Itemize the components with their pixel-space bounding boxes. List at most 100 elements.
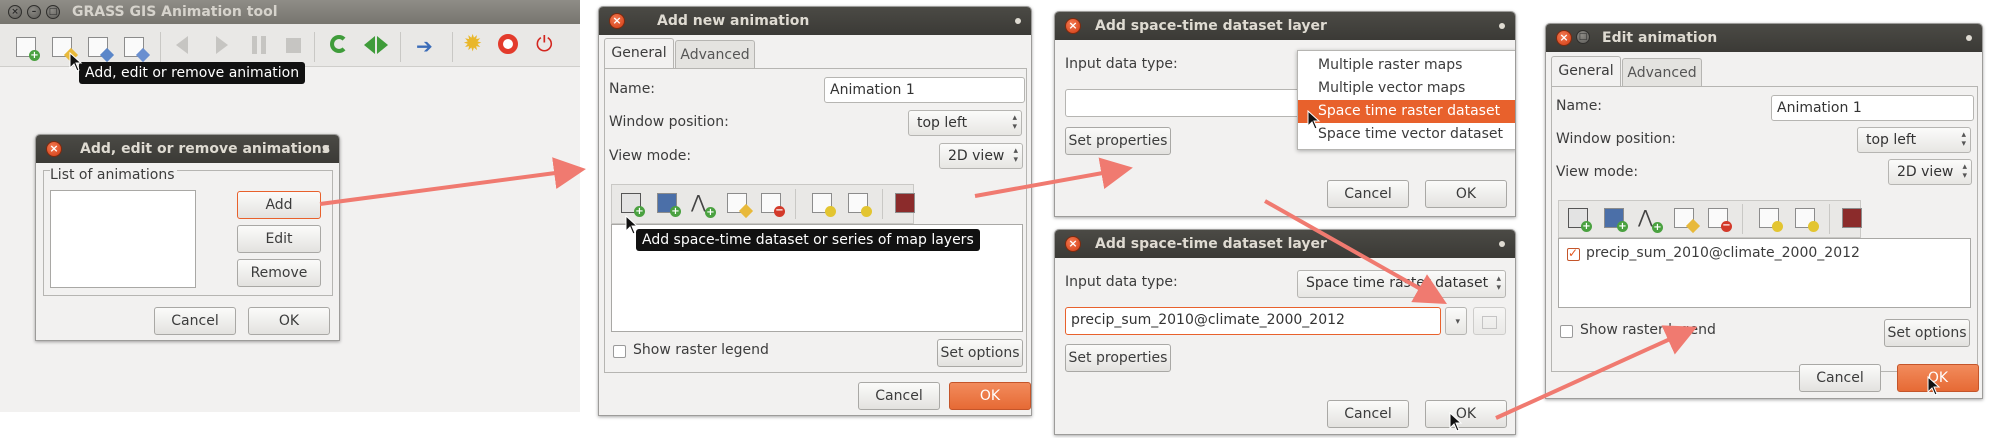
input-type-dropdown[interactable]: Multiple raster maps Multiple vector map… — [1297, 50, 1515, 150]
add-edit-animation-icon[interactable] — [88, 37, 115, 63]
add-animation-icon[interactable]: + — [16, 37, 40, 61]
tab-general[interactable]: General — [604, 38, 674, 69]
view-mode-select[interactable]: 2D view ▴ ▾ — [1888, 159, 1972, 185]
chevron-updown-icon: ▴ ▾ — [1013, 146, 1018, 165]
menu-dot-icon[interactable] — [1015, 18, 1021, 24]
set-properties-button[interactable]: Set properties — [1065, 127, 1171, 155]
window-position-select[interactable]: top left ▴ ▾ — [908, 110, 1022, 136]
set-options-button[interactable]: Set options — [1884, 319, 1970, 347]
pause-icon[interactable] — [252, 36, 266, 54]
add-raster-icon[interactable]: + — [1604, 208, 1628, 232]
cancel-button[interactable]: Cancel — [1327, 400, 1409, 428]
menu-dot-icon[interactable] — [1966, 35, 1972, 41]
stds-layer-dialog-1: × Add space-time dataset layer Input dat… — [1054, 11, 1516, 217]
cancel-button[interactable]: Cancel — [858, 382, 940, 410]
close-icon[interactable]: × — [1065, 18, 1081, 34]
remove-layer-icon[interactable]: − — [1708, 208, 1732, 232]
close-icon[interactable]: × — [609, 13, 625, 29]
add-vector-icon[interactable]: ⋀ + — [691, 193, 716, 218]
clear-layers-icon[interactable] — [1842, 208, 1862, 228]
input-type-label: Input data type: — [1065, 274, 1178, 290]
name-field[interactable]: Animation 1 — [824, 77, 1025, 103]
loop-icon[interactable] — [330, 35, 348, 53]
input-type-select[interactable]: Space time raster dataset ▴ ▾ — [1297, 270, 1506, 298]
minimize-icon[interactable]: – — [27, 5, 41, 19]
remove-button[interactable]: Remove — [237, 259, 321, 287]
toolbar-separator — [400, 32, 401, 62]
name-label: Name: — [609, 81, 656, 97]
view-mode-select[interactable]: 2D view ▴ ▾ — [939, 143, 1023, 169]
layer-item[interactable]: precip_sum_2010@climate_2000_2012 — [1586, 245, 1860, 261]
set-properties-button[interactable]: Set properties — [1065, 344, 1171, 372]
remove-layer-icon[interactable]: − — [761, 193, 785, 217]
tab-advanced[interactable]: Advanced — [675, 40, 755, 69]
remove-animation-icon[interactable] — [124, 37, 151, 63]
ok-button[interactable]: OK — [1425, 180, 1507, 208]
add-raster-icon[interactable]: + — [657, 193, 681, 217]
tab-advanced[interactable]: Advanced — [1622, 58, 1702, 87]
help-icon[interactable] — [498, 34, 518, 54]
ok-button[interactable]: OK — [248, 307, 330, 335]
option-space-time-vector[interactable]: Space time vector dataset — [1298, 123, 1515, 146]
input-type-label: Input data type: — [1065, 56, 1178, 72]
close-icon[interactable]: × — [1556, 30, 1572, 46]
move-up-icon[interactable] — [1759, 208, 1783, 232]
menu-dot-icon[interactable] — [1499, 241, 1505, 247]
show-legend-checkbox[interactable] — [613, 345, 626, 358]
cancel-button[interactable]: Cancel — [154, 307, 236, 335]
dataset-dropdown-button[interactable]: ▾ — [1445, 307, 1467, 335]
name-field[interactable]: Animation 1 — [1771, 95, 1974, 121]
window-position-select[interactable]: top left ▴ ▾ — [1857, 127, 1971, 153]
mouse-cursor — [1449, 411, 1463, 432]
edit-layer-icon[interactable] — [727, 193, 754, 219]
chevron-updown-icon: ▴ ▾ — [1012, 113, 1017, 132]
maximize-icon[interactable]: □ — [1576, 30, 1590, 44]
edit-button[interactable]: Edit — [237, 225, 321, 253]
play-icon[interactable] — [216, 36, 228, 54]
close-icon[interactable]: × — [8, 5, 22, 19]
export-icon[interactable]: ➔ — [416, 36, 433, 56]
stds-layer-dialog-2: × Add space-time dataset layer Input dat… — [1054, 229, 1516, 435]
mouse-cursor — [625, 214, 639, 235]
option-space-time-raster[interactable]: Space time raster dataset — [1298, 100, 1515, 123]
step-back-icon[interactable] — [176, 36, 188, 54]
set-options-button[interactable]: Set options — [937, 339, 1023, 367]
window-position-label: Window position: — [1556, 131, 1676, 147]
view-mode-label: View mode: — [609, 148, 692, 164]
browse-button[interactable] — [1473, 307, 1506, 335]
chevron-updown-icon: ▴ ▾ — [1496, 274, 1501, 293]
dataset-input[interactable] — [1065, 89, 1303, 117]
maximize-icon[interactable]: □ — [46, 5, 60, 19]
quit-icon[interactable]: ⏻ — [536, 33, 553, 55]
group-label: List of animations — [50, 167, 177, 183]
tab-general[interactable]: General — [1551, 56, 1621, 87]
ok-button[interactable]: OK — [1425, 400, 1507, 428]
cancel-button[interactable]: Cancel — [1327, 180, 1409, 208]
move-down-icon[interactable] — [1795, 208, 1819, 232]
animations-list[interactable] — [50, 190, 196, 288]
move-up-icon[interactable] — [812, 193, 836, 217]
cancel-button[interactable]: Cancel — [1799, 364, 1881, 392]
menu-dot-icon[interactable] — [323, 146, 329, 152]
option-multiple-raster[interactable]: Multiple raster maps — [1298, 54, 1515, 77]
add-layer-icon[interactable]: + — [621, 193, 645, 217]
add-button[interactable]: Add — [237, 191, 321, 219]
settings-icon[interactable]: ✹ — [463, 33, 482, 56]
option-multiple-vector[interactable]: Multiple vector maps — [1298, 77, 1515, 100]
ok-button[interactable]: OK — [949, 382, 1031, 410]
dataset-input[interactable]: precip_sum_2010@climate_2000_2012 — [1065, 307, 1441, 335]
edit-layer-icon[interactable] — [1674, 208, 1701, 234]
layer-checkbox[interactable] — [1567, 246, 1580, 261]
add-layer-icon[interactable]: + — [1568, 208, 1592, 232]
menu-dot-icon[interactable] — [1499, 23, 1505, 29]
add-vector-icon[interactable]: ⋀ + — [1638, 208, 1663, 233]
close-icon[interactable]: × — [46, 141, 62, 157]
select-value: Space time raster dataset — [1306, 275, 1489, 291]
close-icon[interactable]: × — [1065, 236, 1081, 252]
bounce-icon[interactable] — [364, 36, 388, 54]
stop-icon[interactable] — [286, 38, 301, 53]
move-down-icon[interactable] — [848, 193, 872, 217]
show-legend-checkbox[interactable] — [1560, 325, 1573, 338]
clear-layers-icon[interactable] — [895, 193, 915, 213]
mouse-cursor — [1927, 375, 1941, 396]
